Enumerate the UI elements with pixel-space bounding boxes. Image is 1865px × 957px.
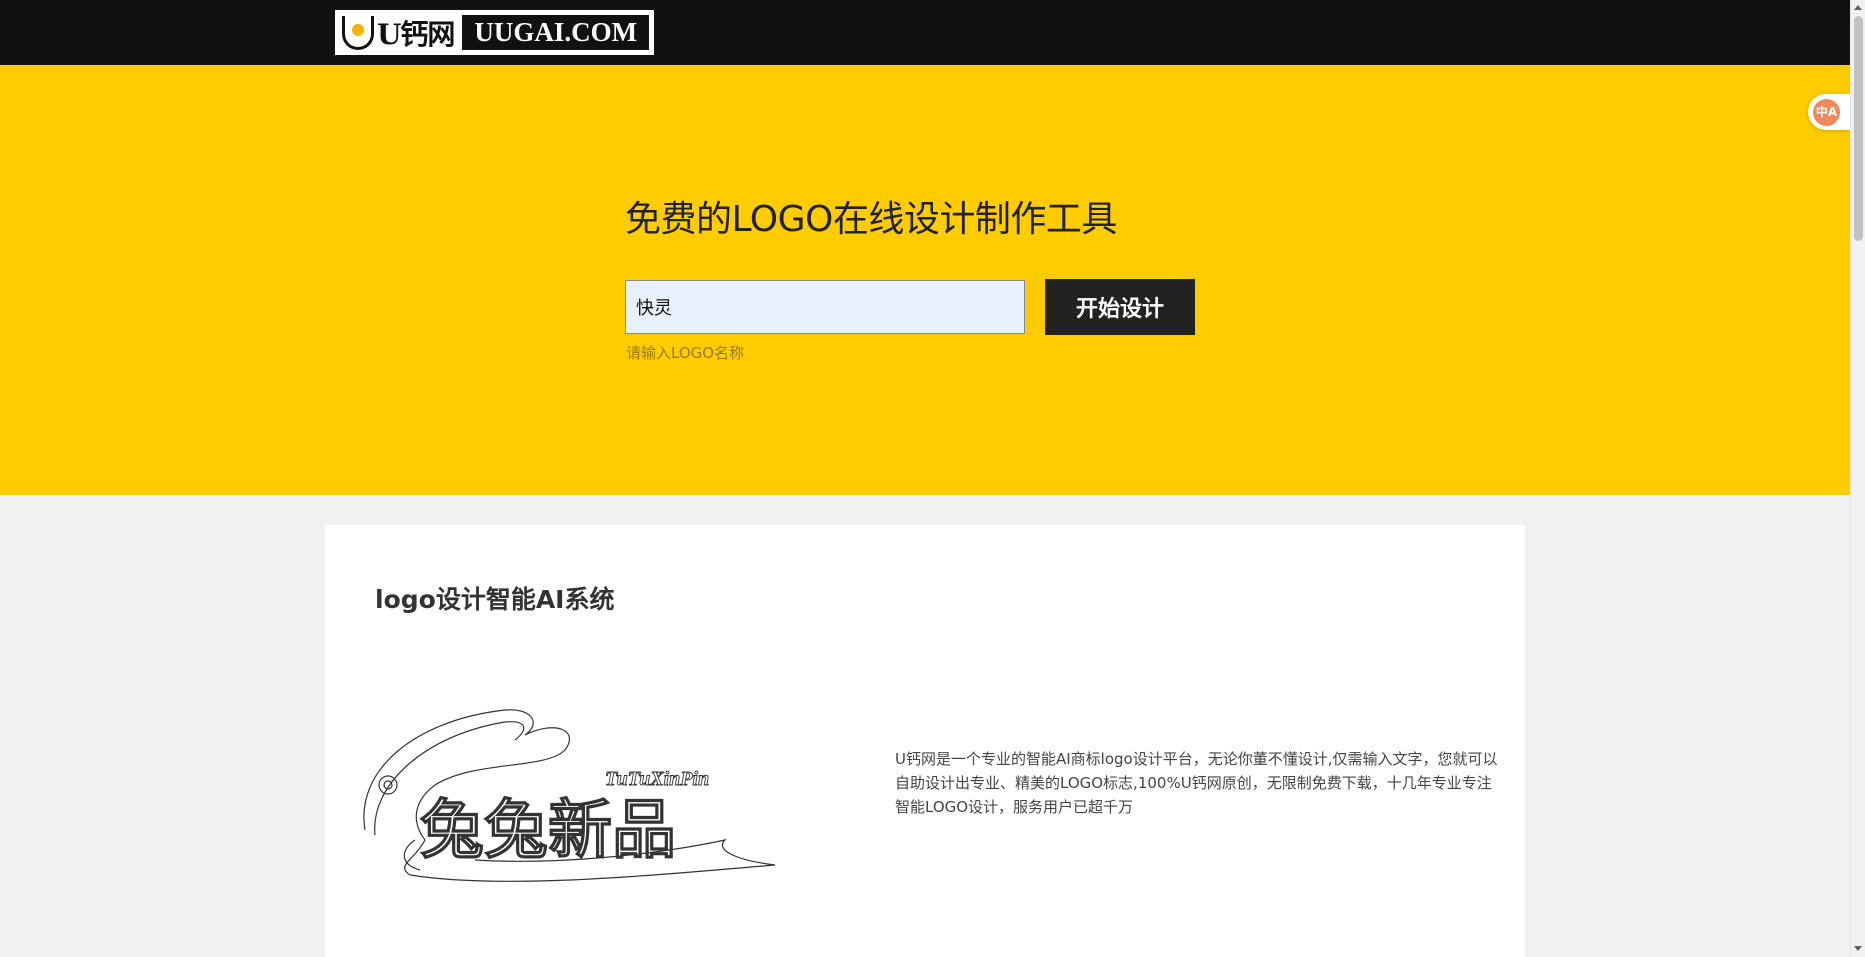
section-title: logo设计智能AI系统 xyxy=(375,585,615,614)
intro-description: U钙网是一个专业的智能AI商标logo设计平台，无论你董不懂设计,仅需输入文字，… xyxy=(895,750,1498,816)
top-navbar: U钙网 UUGAI.COM xyxy=(0,0,1850,65)
shield-icon xyxy=(342,15,374,50)
hero-section: 免费的LOGO在线设计制作工具 开始设计 请输入LOGO名称 xyxy=(0,65,1850,495)
site-logo[interactable]: U钙网 UUGAI.COM xyxy=(335,10,654,55)
scrollbar-thumb[interactable] xyxy=(1854,16,1863,241)
sample-logo-cn: 兔兔新品 xyxy=(420,794,676,868)
page-title: 免费的LOGO在线设计制作工具 xyxy=(625,199,1117,240)
input-hint: 请输入LOGO名称 xyxy=(626,344,745,362)
logo-text-cn: U钙网 xyxy=(377,17,455,51)
vertical-scrollbar[interactable] xyxy=(1850,0,1865,957)
sample-logo-en: TuTuXinPin xyxy=(605,768,709,790)
scroll-down-arrow-icon[interactable] xyxy=(1854,946,1862,951)
translate-button[interactable]: 中A xyxy=(1808,94,1850,130)
logo-name-input[interactable] xyxy=(625,280,1025,334)
logo-text-en: UUGAI.COM xyxy=(462,15,649,50)
intro-card: logo设计智能AI系统 TuTuXinPin 兔兔新品 U钙网是一个专业的智能… xyxy=(325,525,1525,957)
start-design-button[interactable]: 开始设计 xyxy=(1045,279,1195,335)
translate-icon: 中A xyxy=(1813,98,1840,126)
sample-logo-image: TuTuXinPin 兔兔新品 xyxy=(363,709,776,882)
scroll-up-arrow-icon[interactable] xyxy=(1854,5,1862,10)
